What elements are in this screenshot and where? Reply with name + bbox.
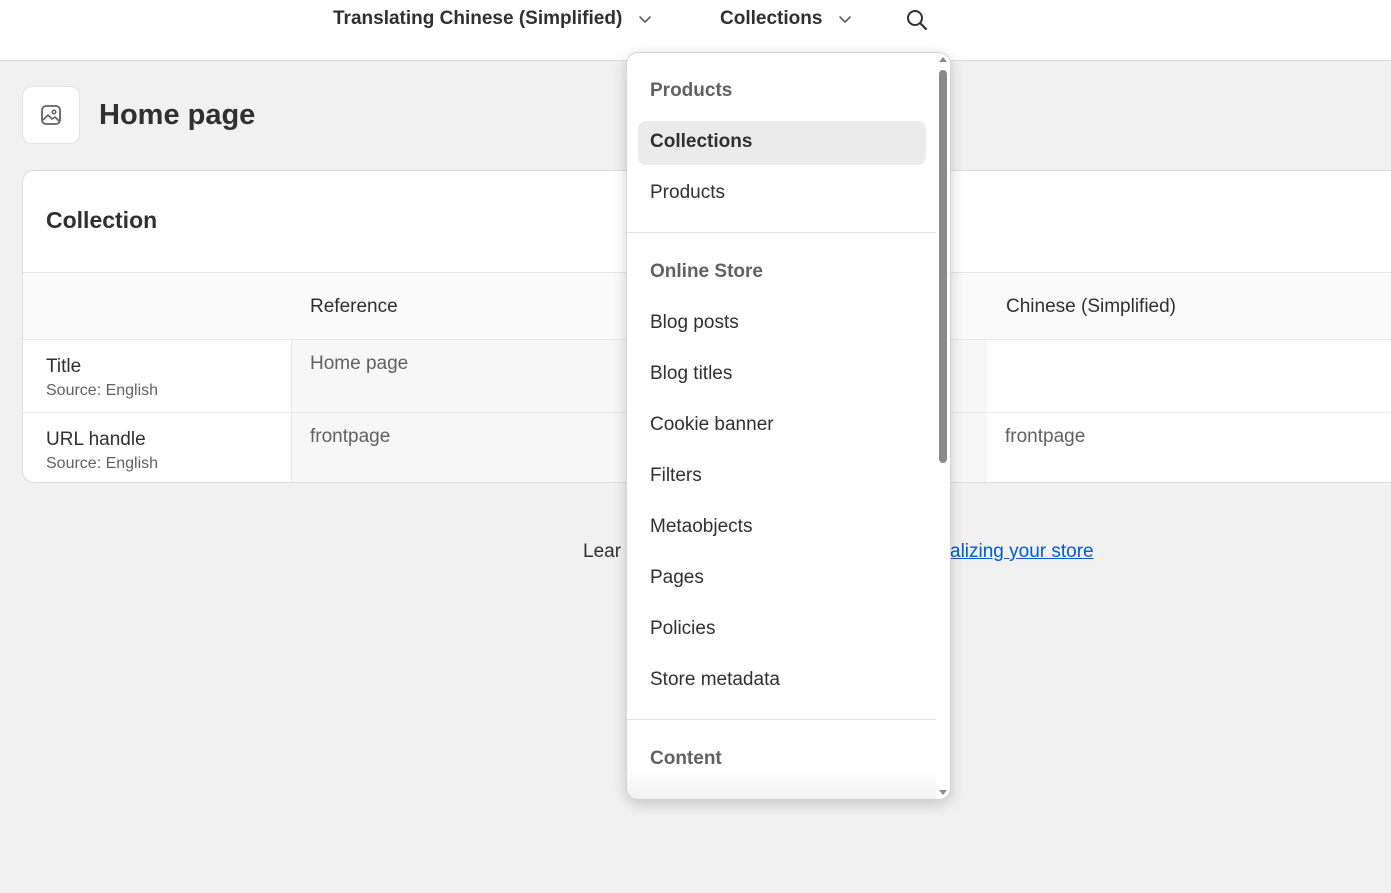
page-header: Home page	[22, 86, 255, 144]
learn-more-link-container: alizing your store	[950, 541, 1094, 563]
dropdown-item-label: Metaobjects	[650, 516, 753, 537]
search-button[interactable]	[903, 6, 931, 34]
dropdown-section-products: Products	[650, 80, 733, 101]
dropdown-fade	[627, 769, 938, 799]
reference-column-header: Reference	[310, 296, 398, 317]
field-label: Title	[46, 356, 82, 377]
dropdown-item-blog-titles[interactable]: Blog titles	[638, 353, 926, 397]
dropdown-scrollbar[interactable]	[936, 53, 950, 799]
language-selector-label: Translating Chinese (Simplified)	[333, 8, 623, 29]
language-selector[interactable]: Translating Chinese (Simplified)	[333, 4, 652, 34]
resource-type-label: Collections	[720, 8, 823, 29]
search-icon	[907, 10, 928, 31]
page-title: Home page	[99, 98, 256, 131]
page-thumbnail	[22, 86, 80, 144]
dropdown-section-content: Content	[650, 748, 722, 769]
dropdown-section-online-store: Online Store	[650, 261, 763, 282]
dropdown-item-products[interactable]: Products	[638, 172, 926, 216]
reference-value: Home page	[310, 353, 409, 374]
dropdown-item-cookie-banner[interactable]: Cookie banner	[638, 404, 926, 448]
chevron-down-icon	[839, 16, 852, 23]
learn-more-prefix: Lear	[583, 541, 622, 562]
dropdown-item-label: Filters	[650, 465, 702, 486]
learn-more-link[interactable]: alizing your store	[950, 541, 1094, 562]
field-source: Source: English	[46, 455, 159, 472]
dropdown-item-label: Blog titles	[650, 363, 733, 384]
dropdown-divider	[627, 719, 938, 720]
dropdown-item-pages[interactable]: Pages	[638, 557, 926, 601]
reference-value: frontpage	[310, 426, 391, 447]
dropdown-divider	[627, 232, 938, 233]
translation-input[interactable]: frontpage	[987, 413, 1391, 482]
chevron-down-icon	[639, 16, 652, 23]
scroll-down-arrow-icon[interactable]	[939, 790, 947, 795]
learn-more-text: Lear	[583, 541, 621, 563]
scrollbar-thumb[interactable]	[939, 70, 947, 463]
dropdown-item-label: Products	[650, 182, 725, 203]
dropdown-item-label: Pages	[650, 567, 704, 588]
dropdown-item-blog-posts[interactable]: Blog posts	[638, 302, 926, 346]
field-label: URL handle	[46, 429, 146, 450]
dropdown-item-policies[interactable]: Policies	[638, 608, 926, 652]
translation-column-header: Chinese (Simplified)	[1006, 296, 1177, 317]
dropdown-item-label: Policies	[650, 618, 716, 639]
dropdown-item-label: Store metadata	[650, 669, 780, 690]
resource-type-dropdown: Products Collections Products Online Sto…	[626, 52, 951, 800]
translation-input[interactable]	[987, 340, 1391, 412]
dropdown-item-label: Blog posts	[650, 312, 739, 333]
dropdown-item-metaobjects[interactable]: Metaobjects	[638, 506, 926, 550]
dropdown-item-collections[interactable]: Collections	[638, 121, 926, 165]
dropdown-item-store-metadata[interactable]: Store metadata	[638, 659, 926, 703]
translation-value: frontpage	[1005, 426, 1086, 447]
dropdown-item-label: Cookie banner	[650, 414, 774, 435]
image-icon	[41, 105, 61, 125]
resource-type-selector[interactable]: Collections	[720, 4, 852, 34]
dropdown-item-label: Collections	[650, 131, 753, 152]
card-title: Collection	[46, 207, 158, 233]
dropdown-item-filters[interactable]: Filters	[638, 455, 926, 499]
field-source: Source: English	[46, 382, 159, 399]
scroll-up-arrow-icon[interactable]	[939, 57, 947, 62]
